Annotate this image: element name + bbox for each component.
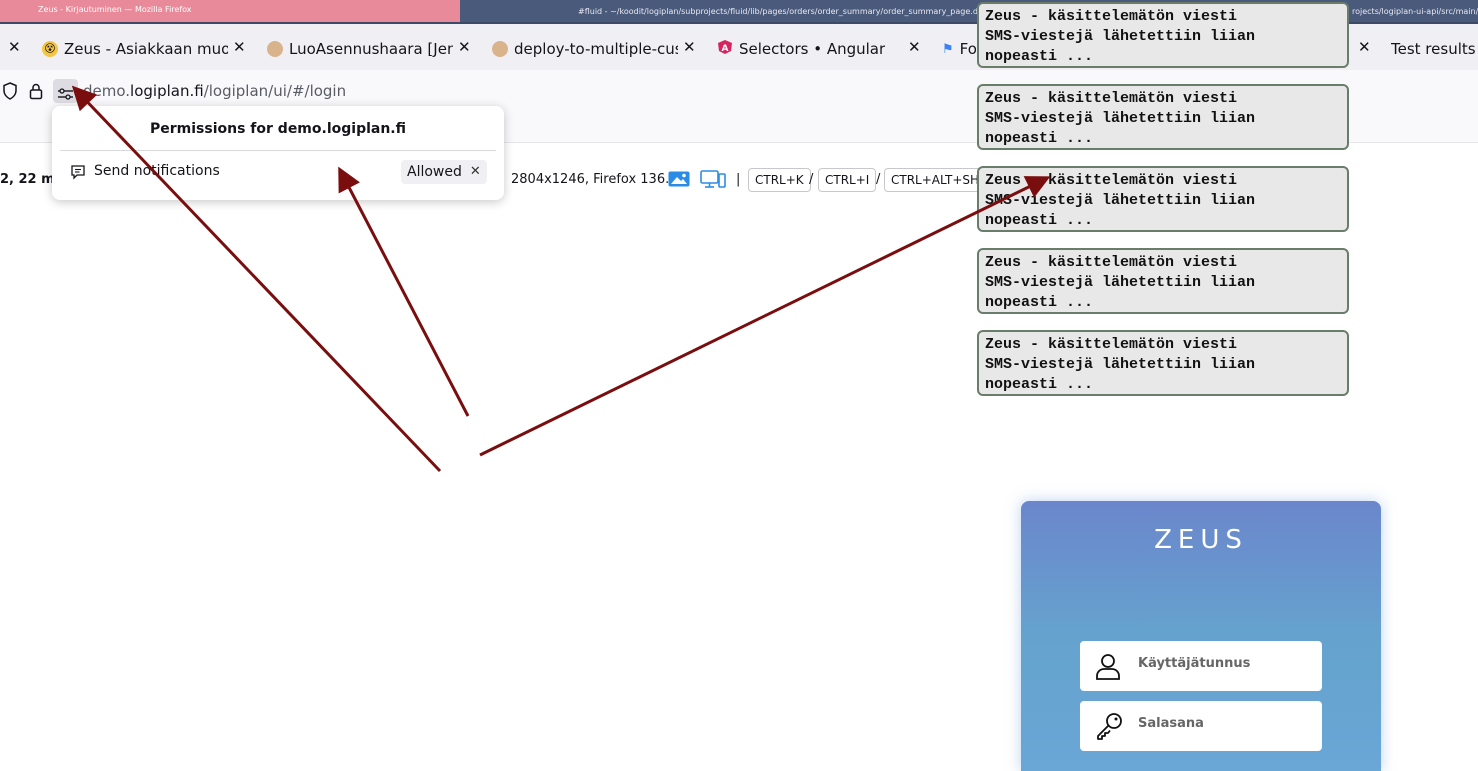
- send-notifications-label: Send notifications: [94, 163, 220, 179]
- close-tab-icon[interactable]: ✕: [908, 38, 921, 56]
- image-icon[interactable]: [668, 171, 690, 191]
- monitor-icon[interactable]: [700, 169, 726, 193]
- tab-deploy[interactable]: deploy-to-multiple-customers: [492, 38, 678, 60]
- notification-body: SMS-viestejä lähetettiin liian: [985, 192, 1256, 209]
- username-input[interactable]: [1136, 655, 1310, 672]
- kbd-ctrl-i: CTRL+I: [818, 168, 877, 192]
- popup-divider: [60, 150, 496, 151]
- arrow-to-send-notifications: [338, 166, 470, 417]
- kbd-slash: /: [809, 172, 814, 187]
- close-tab-icon[interactable]: ✕: [683, 38, 696, 56]
- close-tab-icon[interactable]: ✕: [1358, 38, 1371, 56]
- kbd-slash: /: [876, 172, 881, 187]
- close-tab-icon[interactable]: ✕: [233, 38, 246, 56]
- notification-title: Zeus - käsittelemätön viesti: [985, 90, 1238, 107]
- angular-icon: A: [717, 39, 733, 59]
- firefox-window-title-text: Zeus - Kirjautuminen — Mozilla Firefox: [38, 5, 192, 14]
- emoji-face-icon: 😵: [42, 41, 58, 57]
- svg-text:A: A: [722, 44, 729, 54]
- username-field[interactable]: [1080, 641, 1322, 691]
- tab-test-results[interactable]: Test results -: [1391, 38, 1478, 60]
- notification-body: SMS-viestejä lähetettiin liian: [985, 110, 1256, 127]
- notification-body: SMS-viestejä lähetettiin liian: [985, 274, 1256, 291]
- notification-title: Zeus - käsittelemätön viesti: [985, 254, 1238, 271]
- url-path: /logiplan/ui/#/login: [203, 82, 347, 100]
- tab-zeus-asiakkaan[interactable]: 😵 Zeus - Asiakkaan muokkaus: [42, 38, 228, 60]
- editor-window-title-2: rojects/logiplan-ui-api/src/main/j: [1352, 7, 1478, 16]
- tab-title: Test results -: [1391, 40, 1478, 58]
- tab-fo[interactable]: ⚑ Fo: [942, 38, 976, 60]
- arrow-to-notification: [479, 176, 1051, 457]
- notification-title: Zeus - käsittelemätön viesti: [985, 336, 1238, 353]
- notification-body: SMS-viestejä lähetettiin liian: [985, 28, 1256, 45]
- lock-icon[interactable]: [29, 82, 43, 104]
- kbd-ctrl-k: CTRL+K: [748, 168, 811, 192]
- page-info-resolution: 2804x1246, Firefox 136.0: [511, 172, 678, 187]
- password-field[interactable]: [1080, 701, 1322, 751]
- url-prefix: demo.: [83, 82, 131, 100]
- notification-body: nopeasti ...: [985, 212, 1094, 229]
- login-card: ZEUS: [1021, 501, 1381, 771]
- jenkins-icon: [492, 41, 508, 57]
- flag-icon: ⚑: [942, 41, 954, 57]
- notification-body: SMS-viestejä lähetettiin liian: [985, 356, 1256, 373]
- permissions-sliders-icon: [57, 85, 74, 104]
- login-title: ZEUS: [1154, 525, 1248, 555]
- permission-state-text: Allowed: [407, 164, 462, 180]
- url-host: logiplan.fi: [130, 82, 204, 100]
- close-tab-icon[interactable]: ✕: [458, 38, 471, 56]
- notification-toast[interactable]: Zeus - käsittelemätön viesti SMS-viestej…: [977, 166, 1349, 232]
- info-separator: |: [736, 172, 741, 187]
- user-icon: [1094, 652, 1122, 684]
- tab-title: deploy-to-multiple-customers: [514, 40, 678, 58]
- notification-toast[interactable]: Zeus - käsittelemätön viesti SMS-viestej…: [977, 248, 1349, 314]
- permissions-button[interactable]: [53, 79, 78, 103]
- revoke-permission-close-icon[interactable]: ✕: [470, 160, 481, 184]
- notification-body: nopeasti ...: [985, 130, 1094, 147]
- tracking-protection-shield-icon[interactable]: [2, 82, 18, 104]
- notification-toast[interactable]: Zeus - käsittelemätön viesti SMS-viestej…: [977, 330, 1349, 396]
- popup-title: Permissions for demo.logiplan.fi: [150, 121, 406, 137]
- kbd-ctrl-alt-sh: CTRL+ALT+SH: [884, 168, 987, 192]
- notification-body: nopeasti ...: [985, 376, 1094, 393]
- password-input[interactable]: [1136, 715, 1310, 732]
- notification-body: nopeasti ...: [985, 48, 1094, 65]
- permission-state-badge: Allowed ✕: [401, 160, 487, 184]
- tab-title: Fo: [959, 40, 976, 58]
- notification-title: Zeus - käsittelemätön viesti: [985, 172, 1238, 189]
- editor-window-title: #fluid - ~/koodit/logiplan/subprojects/f…: [578, 7, 990, 16]
- notification-body: nopeasti ...: [985, 294, 1094, 311]
- tab-title: LuoAsennushaara [Jenkins]: [289, 40, 453, 58]
- tab-selectors-angular[interactable]: A Selectors • Angular: [717, 38, 903, 60]
- url-bar[interactable]: demo.logiplan.fi/logiplan/ui/#/login: [83, 82, 346, 100]
- notification-toast[interactable]: Zeus - käsittelemätön viesti SMS-viestej…: [977, 2, 1349, 68]
- permissions-popup: Permissions for demo.logiplan.fi Send no…: [52, 106, 504, 200]
- close-tab-icon[interactable]: ✕: [8, 38, 21, 56]
- tab-title: Zeus - Asiakkaan muokkaus: [64, 40, 228, 58]
- notification-toast[interactable]: Zeus - käsittelemätön viesti SMS-viestej…: [977, 84, 1349, 150]
- jenkins-icon: [267, 41, 283, 57]
- firefox-window-title: Zeus - Kirjautuminen — Mozilla Firefox: [0, 0, 460, 22]
- key-icon: [1094, 712, 1124, 744]
- notification-title: Zeus - käsittelemätön viesti: [985, 8, 1238, 25]
- tab-luoasennushaara[interactable]: LuoAsennushaara [Jenkins]: [267, 38, 453, 60]
- tab-title: Selectors • Angular: [739, 40, 886, 58]
- notification-bubble-icon: [70, 164, 86, 184]
